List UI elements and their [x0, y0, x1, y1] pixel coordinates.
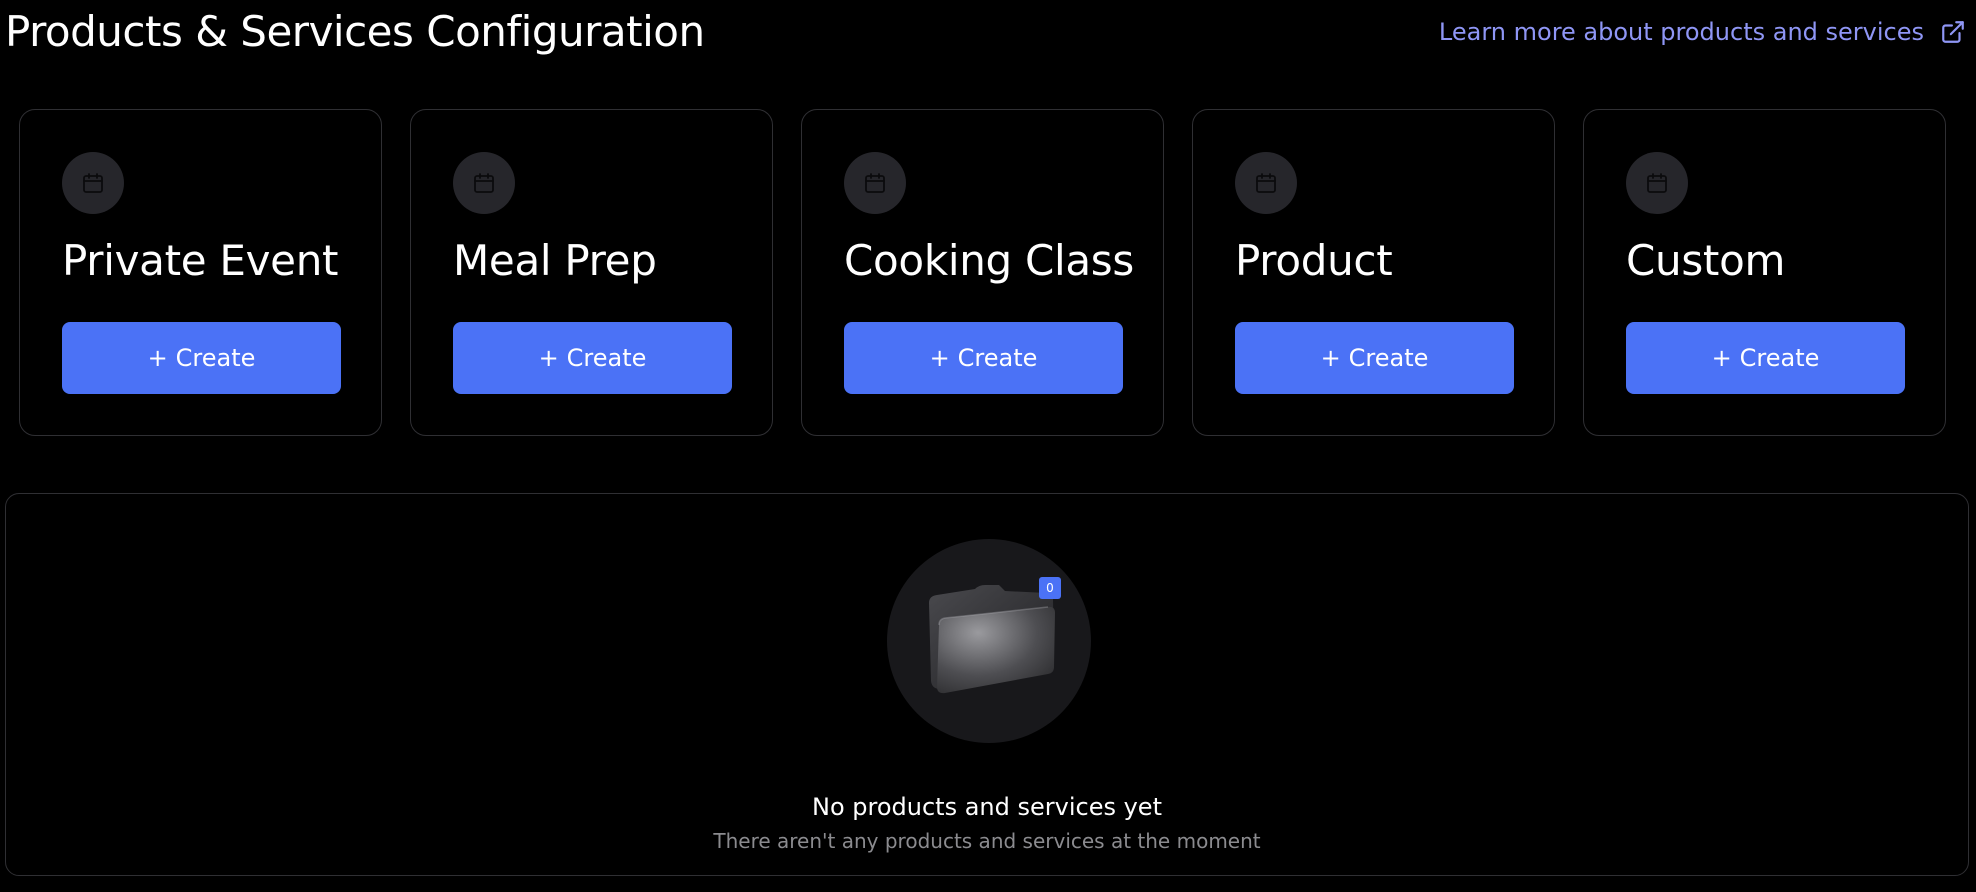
calendar-icon: [1626, 152, 1688, 214]
learn-more-link[interactable]: Learn more about products and services: [1439, 14, 1966, 50]
create-cooking-class-button[interactable]: + Create: [844, 322, 1123, 394]
create-meal-prep-button[interactable]: + Create: [453, 322, 732, 394]
create-product-button[interactable]: + Create: [1235, 322, 1514, 394]
folder-icon: 0: [887, 539, 1091, 743]
count-badge: 0: [1039, 577, 1061, 599]
create-button-label: Create: [1348, 344, 1429, 372]
calendar-icon: [453, 152, 515, 214]
create-button-label: Create: [175, 344, 256, 372]
create-button-label: Create: [566, 344, 647, 372]
plus-icon: +: [929, 344, 950, 372]
empty-state-title: No products and services yet: [812, 793, 1162, 821]
service-type-cards: Private Event + Create Meal Prep + Creat…: [19, 109, 1946, 436]
page-header: Products & Services Configuration Learn …: [0, 0, 1976, 70]
card-private-event: Private Event + Create: [19, 109, 382, 436]
create-private-event-button[interactable]: + Create: [62, 322, 341, 394]
card-product: Product + Create: [1192, 109, 1555, 436]
empty-state-panel: 0 No products and services yet There are…: [5, 493, 1969, 876]
plus-icon: +: [538, 344, 559, 372]
card-custom: Custom + Create: [1583, 109, 1946, 436]
plus-icon: +: [147, 344, 168, 372]
calendar-icon: [1235, 152, 1297, 214]
create-custom-button[interactable]: + Create: [1626, 322, 1905, 394]
create-button-label: Create: [957, 344, 1038, 372]
card-meal-prep: Meal Prep + Create: [410, 109, 773, 436]
empty-state-subtitle: There aren't any products and services a…: [713, 829, 1261, 853]
card-title: Cooking Class: [844, 236, 1134, 285]
calendar-icon: [62, 152, 124, 214]
calendar-icon: [844, 152, 906, 214]
page-title: Products & Services Configuration: [5, 7, 705, 56]
external-link-icon: [1940, 19, 1966, 45]
card-title: Product: [1235, 236, 1393, 285]
plus-icon: +: [1711, 344, 1732, 372]
card-title: Private Event: [62, 236, 339, 285]
create-button-label: Create: [1739, 344, 1820, 372]
card-cooking-class: Cooking Class + Create: [801, 109, 1164, 436]
products-services-page: Products & Services Configuration Learn …: [0, 0, 1976, 892]
learn-more-label: Learn more about products and services: [1438, 18, 1924, 46]
card-title: Custom: [1626, 236, 1786, 285]
plus-icon: +: [1320, 344, 1341, 372]
card-title: Meal Prep: [453, 236, 657, 285]
